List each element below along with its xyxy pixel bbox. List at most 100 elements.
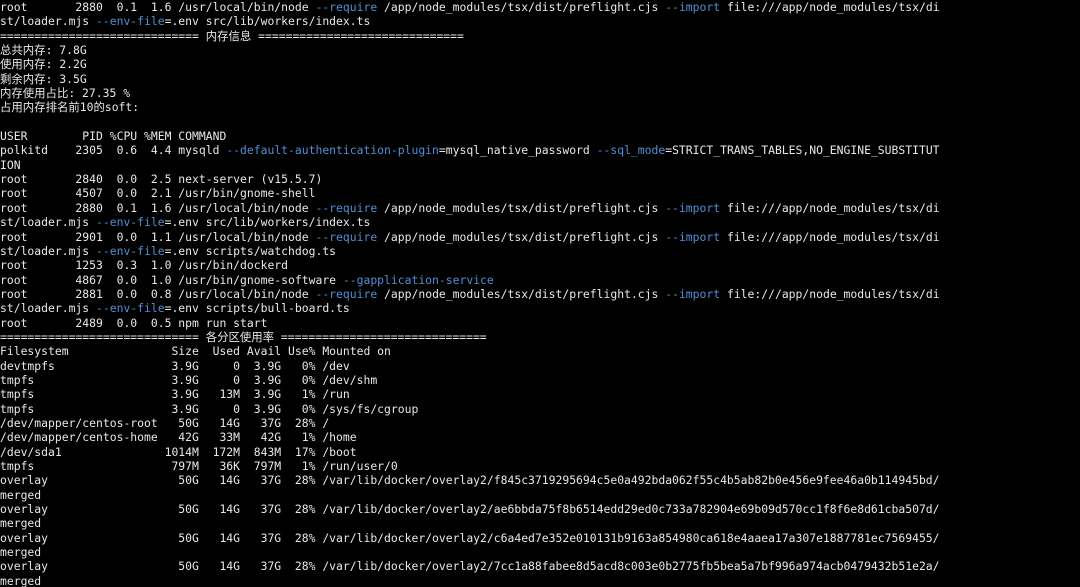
terminal-text: root 2489 0.0 0.5 npm run start bbox=[0, 315, 268, 330]
terminal-text: merged bbox=[0, 573, 42, 587]
terminal-text: 使用内存: 2.2G bbox=[0, 57, 87, 72]
terminal-line: devtmpfs 3.9G 0 3.9G 0% /dev bbox=[0, 359, 1080, 373]
terminal-text: tmpfs 797M 36K 797M 1% /run/user/0 bbox=[0, 459, 398, 473]
terminal-text: 占用内存排名前10的soft: bbox=[0, 100, 140, 115]
command-flag: --gapplication-service bbox=[342, 272, 494, 287]
terminal-line: root 2489 0.0 0.5 npm run start bbox=[0, 316, 1080, 330]
command-flag: --sql_mode bbox=[596, 143, 666, 158]
terminal-text: =.env scripts/bull-board.ts bbox=[164, 301, 350, 316]
terminal-line: st/loader.mjs --env-file=.env scripts/wa… bbox=[0, 244, 1080, 258]
terminal-text: =.env src/lib/workers/index.ts bbox=[164, 14, 371, 29]
terminal-text: =.env src/lib/workers/index.ts bbox=[164, 215, 371, 230]
command-flag: --env-file bbox=[96, 215, 165, 230]
command-flag: --require bbox=[315, 200, 378, 215]
terminal-line: merged bbox=[0, 488, 1080, 502]
terminal-text: root 1253 0.3 1.0 /usr/bin/dockerd bbox=[0, 258, 289, 273]
terminal-line: root 4507 0.0 2.1 /usr/bin/gnome-shell bbox=[0, 186, 1080, 200]
terminal-line: tmpfs 3.9G 13M 3.9G 1% /run bbox=[0, 387, 1080, 401]
terminal-line: ============================= 各分区使用率 ===… bbox=[0, 330, 1080, 344]
terminal-line: overlay 50G 14G 37G 28% /var/lib/docker/… bbox=[0, 473, 1080, 487]
terminal-text: merged bbox=[0, 545, 42, 560]
terminal-text: overlay 50G 14G 37G 28% /var/lib/docker/… bbox=[0, 473, 940, 488]
terminal-text: USER PID %CPU %MEM COMMAND bbox=[0, 129, 227, 144]
terminal-text: ============================= 各分区使用率 ===… bbox=[0, 329, 487, 344]
terminal-line: st/loader.mjs --env-file=.env src/lib/wo… bbox=[0, 14, 1080, 28]
terminal-line: /dev/mapper/centos-home 42G 33M 42G 1% /… bbox=[0, 430, 1080, 444]
terminal-text: root 4867 0.0 1.0 /usr/bin/gnome-softwar… bbox=[0, 272, 343, 287]
terminal-line: tmpfs 797M 36K 797M 1% /run/user/0 bbox=[0, 459, 1080, 473]
terminal-text: 剩余内存: 3.5G bbox=[0, 71, 87, 86]
command-flag: --require bbox=[315, 286, 378, 301]
terminal-line: ION bbox=[0, 158, 1080, 172]
terminal-line: merged bbox=[0, 574, 1080, 587]
terminal-line: merged bbox=[0, 516, 1080, 530]
terminal-output[interactable]: root 2880 0.1 1.6 /usr/local/bin/node --… bbox=[0, 0, 1080, 587]
terminal-text: /app/node_modules/tsx/dist/preflight.cjs bbox=[377, 286, 666, 301]
terminal-text: 内存使用占比: 27.35 % bbox=[0, 86, 131, 101]
terminal-line: ============================= 内存信息 =====… bbox=[0, 29, 1080, 43]
terminal-text: st/loader.mjs bbox=[0, 14, 97, 29]
terminal-line: 内存使用占比: 27.35 % bbox=[0, 86, 1080, 100]
terminal-line: root 2881 0.0 0.8 /usr/local/bin/node --… bbox=[0, 287, 1080, 301]
terminal-text: /dev/mapper/centos-root 50G 14G 37G 28% … bbox=[0, 415, 330, 430]
terminal-line: 总共内存: 7.8G bbox=[0, 43, 1080, 57]
terminal-text: =STRICT_TRANS_TABLES,NO_ENGINE_SUBSTITUT bbox=[665, 143, 940, 158]
terminal-text: ION bbox=[0, 157, 21, 172]
terminal-text: 总共内存: 7.8G bbox=[0, 43, 87, 58]
terminal-line: st/loader.mjs --env-file=.env src/lib/wo… bbox=[0, 215, 1080, 229]
terminal-text: st/loader.mjs bbox=[0, 215, 97, 230]
terminal-line: root 2880 0.1 1.6 /usr/local/bin/node --… bbox=[0, 201, 1080, 215]
command-flag: --import bbox=[665, 286, 721, 301]
terminal-text: file:///app/node_modules/tsx/di bbox=[720, 286, 940, 301]
terminal-line: merged bbox=[0, 545, 1080, 559]
command-flag: --env-file bbox=[96, 14, 165, 29]
terminal-text: /dev/sda1 1014M 172M 843M 17% /boot bbox=[0, 444, 357, 459]
terminal-line: Filesystem Size Used Avail Use% Mounted … bbox=[0, 344, 1080, 358]
command-flag: --env-file bbox=[96, 243, 165, 258]
terminal-line: st/loader.mjs --env-file=.env scripts/bu… bbox=[0, 301, 1080, 315]
command-flag: --default-authentication-plugin bbox=[226, 143, 439, 158]
terminal-line: root 2840 0.0 2.5 next-server (v15.5.7) bbox=[0, 172, 1080, 186]
terminal-text: root 2881 0.0 0.8 /usr/local/bin/node bbox=[0, 286, 316, 301]
terminal-text: root 2840 0.0 2.5 next-server (v15.5.7) bbox=[0, 172, 323, 187]
terminal-text: /app/node_modules/tsx/dist/preflight.cjs bbox=[377, 0, 666, 14]
command-flag: --import bbox=[665, 229, 721, 244]
command-flag: --require bbox=[315, 0, 378, 14]
terminal-line: 占用内存排名前10的soft: bbox=[0, 100, 1080, 114]
terminal-line: /dev/mapper/centos-root 50G 14G 37G 28% … bbox=[0, 416, 1080, 430]
terminal-line: USER PID %CPU %MEM COMMAND bbox=[0, 129, 1080, 143]
command-flag: --import bbox=[665, 200, 721, 215]
terminal-text: tmpfs 3.9G 0 3.9G 0% /sys/fs/cgroup bbox=[0, 401, 419, 416]
terminal-text: file:///app/node_modules/tsx/di bbox=[720, 200, 940, 215]
terminal-line: overlay 50G 14G 37G 28% /var/lib/docker/… bbox=[0, 531, 1080, 545]
terminal-text: overlay 50G 14G 37G 28% /var/lib/docker/… bbox=[0, 502, 940, 517]
command-flag: --env-file bbox=[96, 301, 165, 316]
terminal-text: tmpfs 3.9G 0 3.9G 0% /dev/shm bbox=[0, 372, 378, 387]
terminal-text: polkitd 2305 0.6 4.4 mysqld bbox=[0, 143, 227, 158]
terminal-line: overlay 50G 14G 37G 28% /var/lib/docker/… bbox=[0, 559, 1080, 573]
terminal-text: root 2901 0.0 1.1 /usr/local/bin/node bbox=[0, 229, 316, 244]
terminal-text: /dev/mapper/centos-home 42G 33M 42G 1% /… bbox=[0, 430, 357, 445]
terminal-line: polkitd 2305 0.6 4.4 mysqld --default-au… bbox=[0, 143, 1080, 157]
terminal-text: merged bbox=[0, 516, 42, 531]
terminal-line: 剩余内存: 3.5G bbox=[0, 72, 1080, 86]
terminal-text: /app/node_modules/tsx/dist/preflight.cjs bbox=[377, 200, 666, 215]
terminal-line: root 2880 0.1 1.6 /usr/local/bin/node --… bbox=[0, 0, 1080, 14]
terminal-line: root 4867 0.0 1.0 /usr/bin/gnome-softwar… bbox=[0, 273, 1080, 287]
terminal-text: file:///app/node_modules/tsx/di bbox=[720, 229, 940, 244]
terminal-text: ============================= 内存信息 =====… bbox=[0, 28, 464, 43]
terminal-line: overlay 50G 14G 37G 28% /var/lib/docker/… bbox=[0, 502, 1080, 516]
terminal-text: root 2880 0.1 1.6 /usr/local/bin/node bbox=[0, 200, 316, 215]
terminal-text: merged bbox=[0, 487, 42, 502]
terminal-text: =.env scripts/watchdog.ts bbox=[164, 243, 337, 258]
terminal-text: overlay 50G 14G 37G 28% /var/lib/docker/… bbox=[0, 530, 940, 545]
command-flag: --require bbox=[315, 229, 378, 244]
terminal-line: tmpfs 3.9G 0 3.9G 0% /sys/fs/cgroup bbox=[0, 402, 1080, 416]
terminal-text: root 2880 0.1 1.6 /usr/local/bin/node bbox=[0, 0, 316, 14]
terminal-line: root 1253 0.3 1.0 /usr/bin/dockerd bbox=[0, 258, 1080, 272]
terminal-text: st/loader.mjs bbox=[0, 243, 97, 258]
terminal-text: =mysql_native_password bbox=[438, 143, 597, 158]
terminal-text: tmpfs 3.9G 13M 3.9G 1% /run bbox=[0, 387, 350, 402]
terminal-line: 使用内存: 2.2G bbox=[0, 57, 1080, 71]
